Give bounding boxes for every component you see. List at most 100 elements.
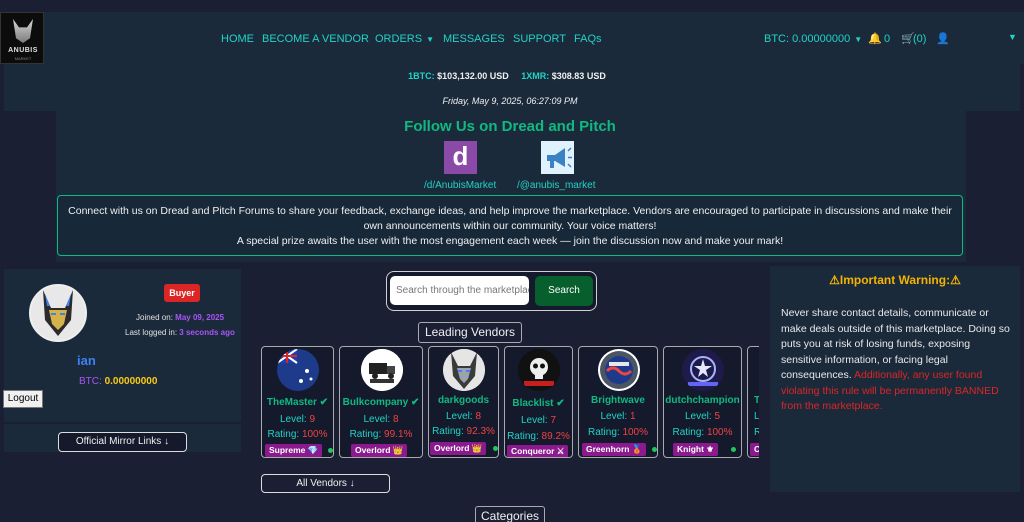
vendor-level-label: Level: bbox=[520, 415, 548, 426]
user-btc-balance: BTC: 0.00000000 bbox=[79, 376, 157, 387]
search-button[interactable]: Search bbox=[535, 276, 593, 306]
current-datetime: Friday, May 9, 2025, 06:27:09 PM bbox=[442, 96, 578, 106]
vendor-level-label: Level: bbox=[363, 414, 391, 425]
dread-link[interactable]: /d/AnubisMarket bbox=[424, 180, 496, 191]
vendor-rating-label: Rating: bbox=[267, 429, 300, 440]
online-status-dot bbox=[652, 447, 657, 452]
vendor-rating: Rating: 100% bbox=[579, 427, 657, 438]
vendor-name[interactable]: T bbox=[754, 395, 759, 406]
cart-count: (0) bbox=[913, 33, 927, 45]
vendor-name[interactable]: TheMaster ✔ bbox=[262, 397, 333, 408]
vendor-level: Level: 8 bbox=[340, 414, 422, 425]
vendor-name[interactable]: Blacklist ✔ bbox=[505, 398, 572, 409]
balance-dropdown[interactable]: BTC: 0.00000000 ▼ bbox=[764, 33, 862, 45]
vendor-level-value: 8 bbox=[475, 411, 482, 422]
nav-become-vendor[interactable]: BECOME A VENDOR bbox=[262, 33, 369, 45]
vendor-level-value: 1 bbox=[629, 411, 636, 422]
nav-faqs[interactable]: FAQs bbox=[574, 33, 602, 45]
vendor-rating-label: Rating: bbox=[672, 427, 705, 438]
announcement-line: A special prize awaits the user with the… bbox=[236, 235, 784, 247]
vendor-avatar-champions-icon bbox=[682, 349, 724, 391]
pitch-megaphone-icon[interactable] bbox=[541, 141, 574, 174]
vendor-rank-badge: Supreme 💎 bbox=[265, 444, 323, 457]
search-input[interactable] bbox=[390, 276, 529, 305]
logout-button[interactable]: Logout bbox=[3, 390, 43, 408]
vendor-rating-value: 100% bbox=[301, 429, 328, 440]
vendor-card[interactable]: Bulkcompany ✔ Level: 8 Rating: 99.1% Ove… bbox=[339, 346, 423, 458]
vendor-level-label: Level: bbox=[684, 411, 712, 422]
vendor-rating-value: 100% bbox=[706, 427, 733, 438]
vendor-name[interactable]: Brightwave bbox=[579, 395, 657, 406]
vendor-rating-value: 100% bbox=[622, 427, 649, 438]
vendor-rank-badge: Knight ⚜ bbox=[673, 443, 718, 456]
vendor-level-value: 5 bbox=[714, 411, 721, 422]
vendor-card[interactable]: darkgoods Level: 8 Rating: 92.3% Overlor… bbox=[428, 346, 499, 458]
vendor-rating: Rating: 99.1% bbox=[340, 429, 422, 440]
nav-home[interactable]: HOME bbox=[221, 33, 254, 45]
vendor-level-label: L bbox=[754, 411, 759, 422]
vendor-card[interactable]: Blacklist ✔ Level: 7 Rating: 89.2% Conqu… bbox=[504, 346, 573, 458]
vendor-card[interactable]: Brightwave Level: 1 Rating: 100% Greenho… bbox=[578, 346, 658, 458]
warning-body: Never share contact details, communicate… bbox=[781, 306, 1011, 415]
vendor-rank-badge: C bbox=[750, 443, 759, 456]
vendor-card[interactable]: T L R C bbox=[747, 346, 759, 458]
vendor-rating: Rating: 89.2% bbox=[505, 431, 572, 442]
exchange-rates: 1BTC: $103,132.00 USD 1XMR: $308.83 USD bbox=[0, 71, 1024, 81]
vendor-card[interactable]: TheMaster ✔ Level: 9 Rating: 100% Suprem… bbox=[261, 346, 334, 458]
vendor-name[interactable]: darkgoods bbox=[429, 395, 498, 406]
vendor-name[interactable]: dutchchampion bbox=[664, 395, 741, 406]
vendor-level-label: Level: bbox=[445, 411, 473, 422]
vendor-card[interactable]: dutchchampion Level: 5 Rating: 100% Knig… bbox=[663, 346, 742, 458]
pitch-link[interactable]: /@anubis_market bbox=[517, 180, 596, 191]
vendor-level: Level: 1 bbox=[579, 411, 657, 422]
vendor-avatar-flag-icon bbox=[277, 349, 319, 391]
avatar[interactable] bbox=[29, 284, 87, 342]
vendor-carousel[interactable]: TheMaster ✔ Level: 9 Rating: 100% Suprem… bbox=[259, 346, 759, 461]
mirror-links-button[interactable]: Official Mirror Links ↓ bbox=[58, 432, 187, 452]
vendor-rating-label: Rating: bbox=[432, 426, 464, 437]
vendor-level: Level: 8 bbox=[429, 411, 498, 422]
vendor-avatar-truck-icon bbox=[361, 349, 403, 391]
nav-orders-label: ORDERS bbox=[375, 33, 423, 45]
nav-orders[interactable]: ORDERS ▼ bbox=[375, 33, 434, 45]
bell-icon[interactable]: 🔔 bbox=[868, 32, 882, 45]
btc-rate-value: $103,132.00 USD bbox=[437, 71, 509, 81]
announcement-line: Connect with us on Dread and Pitch Forum… bbox=[68, 205, 952, 217]
online-status-dot bbox=[493, 446, 498, 451]
user-icon[interactable]: 👤 bbox=[936, 32, 950, 45]
vendor-rating-value: 99.1% bbox=[384, 429, 413, 440]
vendor-rank-badge: Overlord 👑 bbox=[430, 442, 487, 455]
online-status-dot bbox=[328, 448, 333, 453]
vendor-level: Level: 9 bbox=[262, 414, 333, 425]
dread-logo-icon[interactable]: d bbox=[444, 141, 477, 174]
balance-text: BTC: 0.00000000 bbox=[764, 33, 851, 45]
vendor-level: Level: 7 bbox=[505, 415, 572, 426]
nav-messages[interactable]: MESSAGES bbox=[443, 33, 505, 45]
last-login-value: 3 seconds ago bbox=[179, 328, 235, 337]
nav-support[interactable]: SUPPORT bbox=[513, 33, 566, 45]
vendor-level-label: Level: bbox=[600, 411, 628, 422]
vendor-level-label: Level: bbox=[279, 414, 307, 425]
anubis-logo[interactable]: ANUBIS MARKET bbox=[0, 12, 44, 64]
vendor-level-value: 9 bbox=[309, 414, 316, 425]
username: ian bbox=[77, 353, 96, 368]
online-status-dot bbox=[731, 447, 736, 452]
vendor-level-value: 8 bbox=[392, 414, 399, 425]
all-vendors-button[interactable]: All Vendors ↓ bbox=[261, 474, 390, 493]
vendor-name[interactable]: Bulkcompany ✔ bbox=[340, 397, 422, 408]
announcement-box: Connect with us on Dread and Pitch Forum… bbox=[57, 195, 963, 256]
user-menu-caret-icon[interactable]: ▼ bbox=[1008, 32, 1017, 42]
caret-down-icon: ▼ bbox=[426, 35, 434, 44]
caret-down-icon: ▼ bbox=[854, 35, 863, 44]
vendor-avatar-anubis-icon bbox=[443, 349, 485, 391]
announcement-line: own announcements within our community. … bbox=[363, 220, 657, 232]
vendor-rating: Rating: 100% bbox=[262, 429, 333, 440]
vendor-rank-badge: Greenhorn 🥉 bbox=[582, 443, 647, 456]
vendor-rank-badge: Conqueror ⚔ bbox=[507, 445, 569, 457]
vendor-rating: Rating: 100% bbox=[664, 427, 741, 438]
anubis-head-icon bbox=[13, 19, 33, 43]
joined-date: Joined on: May 09, 2025 bbox=[136, 313, 224, 322]
role-badge: Buyer bbox=[164, 284, 200, 302]
vendor-rating-label: Rating: bbox=[587, 427, 620, 438]
warning-title: ⚠Important Warning:⚠ bbox=[829, 273, 961, 287]
